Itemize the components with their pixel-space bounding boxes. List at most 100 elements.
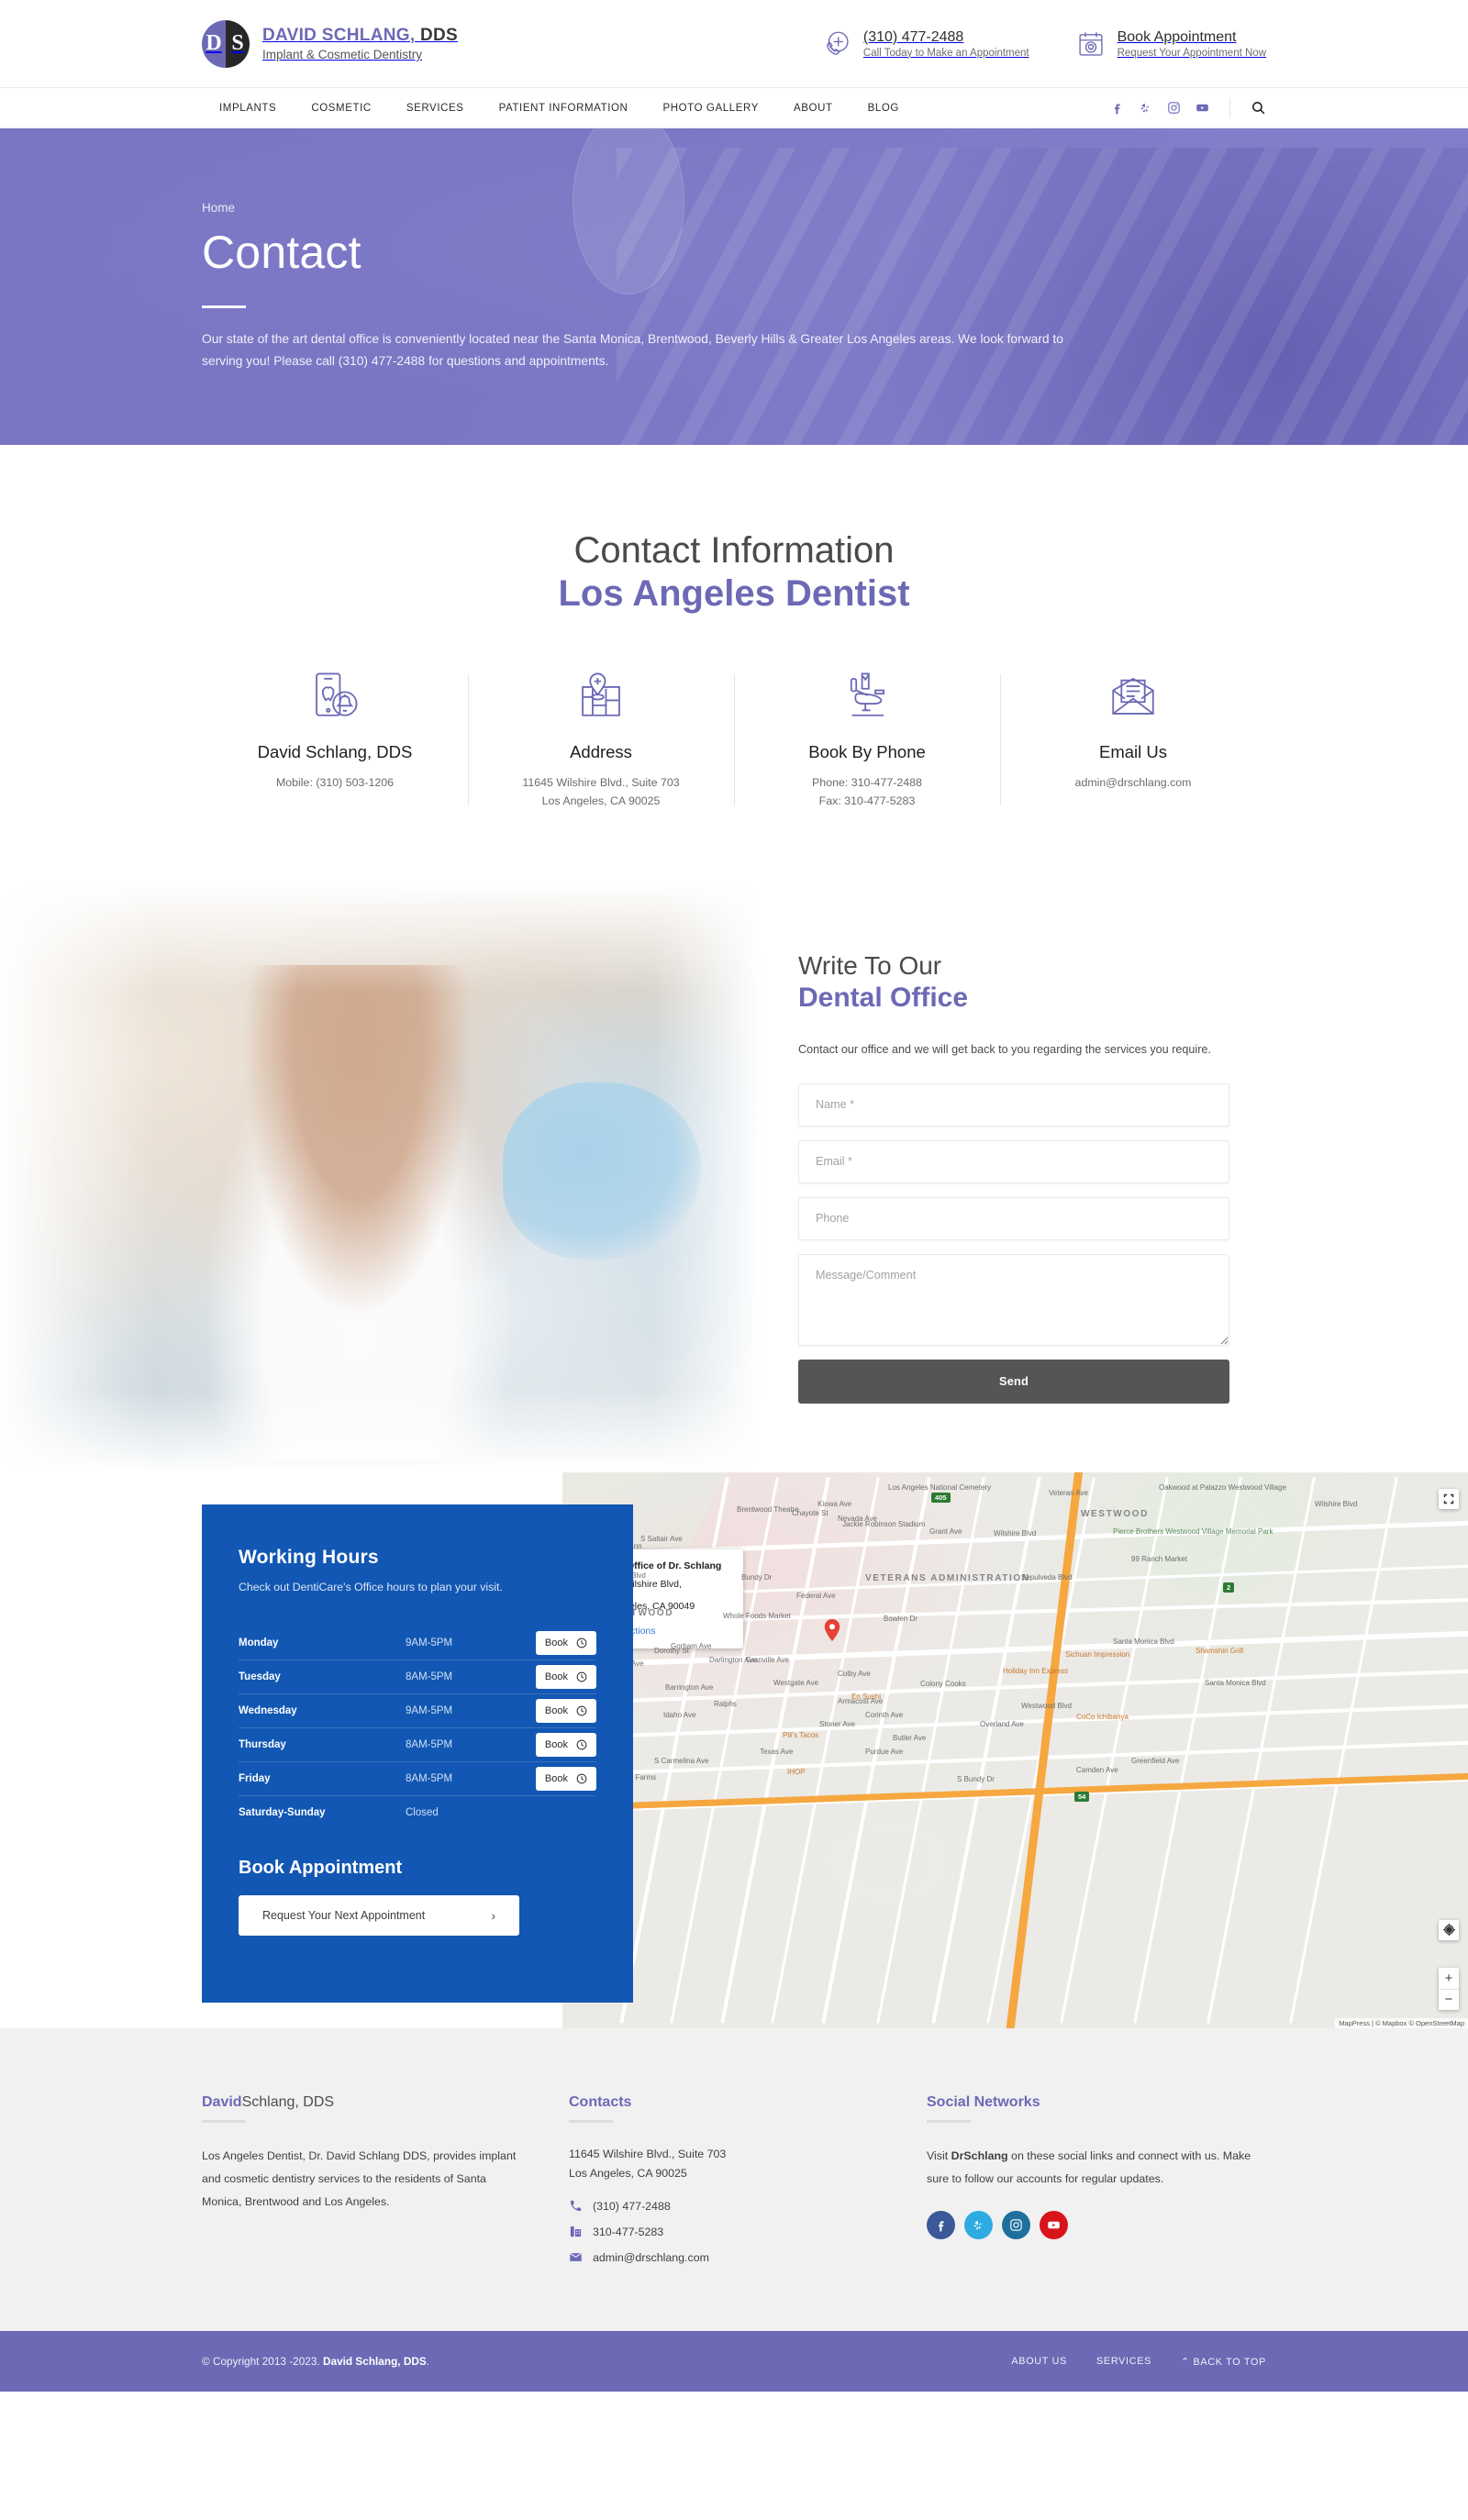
breadcrumb[interactable]: Home xyxy=(202,201,1266,215)
fullscreen-icon[interactable] xyxy=(1439,1488,1459,1509)
nav-item-implants[interactable]: IMPLANTS xyxy=(202,88,294,128)
hours-row: Thursday 8AM-5PM Book xyxy=(239,1728,596,1762)
location-map[interactable]: Dental Office of Dr. Schlang 11645 Wilsh… xyxy=(562,1471,1468,2028)
nav-link-services[interactable]: SERVICES xyxy=(389,88,482,128)
map-label: Los Angeles National Cemetery xyxy=(888,1482,992,1492)
phone-icon xyxy=(569,2199,583,2213)
logo-name: DAVID SCHLANG, DDS xyxy=(262,26,458,45)
map-label: Oakwood at Palazzo Westwood Village xyxy=(1159,1482,1286,1492)
map-label: Chayote St xyxy=(792,1508,829,1517)
hours-time: 9AM-5PM xyxy=(406,1637,453,1649)
contact-info-title-line2: Los Angeles Dentist xyxy=(558,573,910,615)
footer-divider xyxy=(569,2119,613,2123)
youtube-icon[interactable] xyxy=(1196,101,1209,115)
nav-divider xyxy=(1229,97,1230,118)
copyright-links: ABOUT US SERVICES ⌃ BACK TO TOP xyxy=(1011,2356,1266,2368)
fax-icon xyxy=(569,2225,583,2238)
back-to-top-link[interactable]: ⌃ BACK TO TOP xyxy=(1181,2356,1266,2368)
map-label: Greenfield Ave xyxy=(1131,1756,1180,1765)
nav-link-photo-gallery[interactable]: PHOTO GALLERY xyxy=(645,88,776,128)
footer-social-heading: Social Networks xyxy=(927,2093,1040,2110)
footer-about-heading-strong: David xyxy=(202,2093,242,2110)
book-button[interactable]: Book xyxy=(535,1732,596,1757)
yelp-icon[interactable] xyxy=(1139,101,1152,115)
footer-fax-line: 310-477-5283 xyxy=(569,2225,927,2238)
zoom-in-button[interactable]: + xyxy=(1439,1968,1459,1989)
instagram-icon[interactable] xyxy=(1002,2210,1030,2239)
nav-item-services[interactable]: SERVICES xyxy=(389,88,482,128)
map-label: Armacost Ave xyxy=(838,1696,884,1705)
form-title-line1: Write To Our xyxy=(798,950,942,980)
message-textarea[interactable] xyxy=(798,1253,1229,1346)
map-highway-shield: 405 xyxy=(931,1492,951,1503)
footer-link-about-us[interactable]: ABOUT US xyxy=(1011,2356,1067,2367)
yelp-icon[interactable] xyxy=(964,2210,993,2239)
nav-item-about[interactable]: ABOUT xyxy=(776,88,851,128)
map-label: Bundy Dr xyxy=(741,1572,773,1582)
nav-link-implants[interactable]: IMPLANTS xyxy=(202,88,294,128)
map-label: Sichuan Impression xyxy=(1065,1649,1130,1659)
nav-link-cosmetic[interactable]: COSMETIC xyxy=(294,88,389,128)
map-label: Wilshire Blvd xyxy=(1315,1499,1358,1508)
contact-info-column-phone: Book By Phone Phone: 310-477-2488 Fax: 3… xyxy=(734,669,1000,810)
copyright-prefix: © Copyright 2013 -2023. xyxy=(202,2355,323,2369)
send-button[interactable]: Send xyxy=(798,1359,1229,1404)
nav-item-patient-information[interactable]: PATIENT INFORMATION xyxy=(482,88,646,128)
book-button[interactable]: Book xyxy=(535,1630,596,1655)
header-phone-block[interactable]: (310) 477-2488 Call Today to Make an App… xyxy=(821,28,1029,60)
hours-row: Friday 8AM-5PM Book xyxy=(239,1762,596,1796)
map-label: Santa Monica Blvd xyxy=(1113,1637,1174,1646)
book-button[interactable]: Book xyxy=(535,1664,596,1689)
photo-fade-top xyxy=(0,882,762,993)
phone-input[interactable] xyxy=(798,1196,1229,1240)
map-label: Westgate Ave xyxy=(773,1678,819,1687)
book-button[interactable]: Book xyxy=(535,1766,596,1791)
contact-form-section: Write To Our Dental Office Contact our o… xyxy=(0,882,1468,1472)
header-phone-number: (310) 477-2488 xyxy=(862,28,964,45)
instagram-icon[interactable] xyxy=(1167,101,1181,115)
map-label: S Saltair Ave xyxy=(640,1534,683,1543)
nav-link-about[interactable]: ABOUT xyxy=(776,88,851,128)
zoom-out-button[interactable]: − xyxy=(1439,1988,1459,2010)
map-label: Overland Ave xyxy=(980,1719,1024,1728)
contact-info-title-line1: Contact Information xyxy=(573,530,895,571)
nav-item-photo-gallery[interactable]: PHOTO GALLERY xyxy=(645,88,776,128)
contact-info-line: Los Angeles, CA 90025 xyxy=(541,794,661,808)
facebook-icon[interactable] xyxy=(1110,101,1124,115)
footer-email-line[interactable]: admin@drschlang.com xyxy=(569,2250,927,2264)
nav-link-blog[interactable]: BLOG xyxy=(851,88,917,128)
request-appointment-button[interactable]: Request Your Next Appointment › xyxy=(239,1894,519,1936)
name-input[interactable] xyxy=(798,1082,1229,1127)
hours-day: Friday xyxy=(239,1772,271,1784)
map-label: Holiday Inn Express xyxy=(1003,1666,1069,1675)
map-label: Stoner Ave xyxy=(819,1719,855,1728)
map-highway xyxy=(1000,1471,1087,2028)
search-icon[interactable] xyxy=(1251,100,1266,116)
contact-info-columns: David Schlang, DDS Mobile: (310) 503-120… xyxy=(202,669,1266,810)
book-button[interactable]: Book xyxy=(535,1698,596,1723)
form-description: Contact our office and we will get back … xyxy=(798,1042,1211,1056)
map-label: Dorothy St xyxy=(654,1646,689,1655)
clock-icon xyxy=(576,1739,587,1749)
hours-time: 9AM-5PM xyxy=(406,1704,453,1716)
facebook-icon[interactable] xyxy=(927,2210,955,2239)
nav-items: IMPLANTS COSMETIC SERVICES PATIENT INFOR… xyxy=(202,88,917,128)
footer-link-services[interactable]: SERVICES xyxy=(1096,2356,1151,2367)
nav-item-blog[interactable]: BLOG xyxy=(851,88,917,128)
footer-phone-line[interactable]: (310) 477-2488 xyxy=(569,2199,927,2213)
nav-link-patient-information[interactable]: PATIENT INFORMATION xyxy=(482,88,646,128)
header-book-appointment-block[interactable]: Book Appointment Request Your Appointmen… xyxy=(1075,28,1266,60)
header-phone-sub: Call Today to Make an Appointment xyxy=(862,47,1029,59)
map-zoom-controls[interactable]: + − xyxy=(1439,1967,1459,2010)
site-logo[interactable]: D S DAVID SCHLANG, DDS Implant & Cosmeti… xyxy=(202,19,458,68)
footer-about-text: Los Angeles Dentist, Dr. David Schlang D… xyxy=(202,2148,517,2208)
email-input[interactable] xyxy=(798,1139,1229,1183)
footer-social-column: Social Networks Visit DrSchlang on these… xyxy=(927,2094,1266,2277)
map-label: Ralphs xyxy=(714,1699,737,1708)
locate-icon[interactable] xyxy=(1439,1919,1459,1940)
contact-info-line: Phone: 310-477-2488 xyxy=(812,776,922,790)
youtube-icon[interactable] xyxy=(1040,2210,1068,2239)
nav-item-cosmetic[interactable]: COSMETIC xyxy=(294,88,389,128)
map-label: Brentwood Theatre xyxy=(737,1504,799,1514)
open-envelope-icon xyxy=(1015,669,1251,722)
